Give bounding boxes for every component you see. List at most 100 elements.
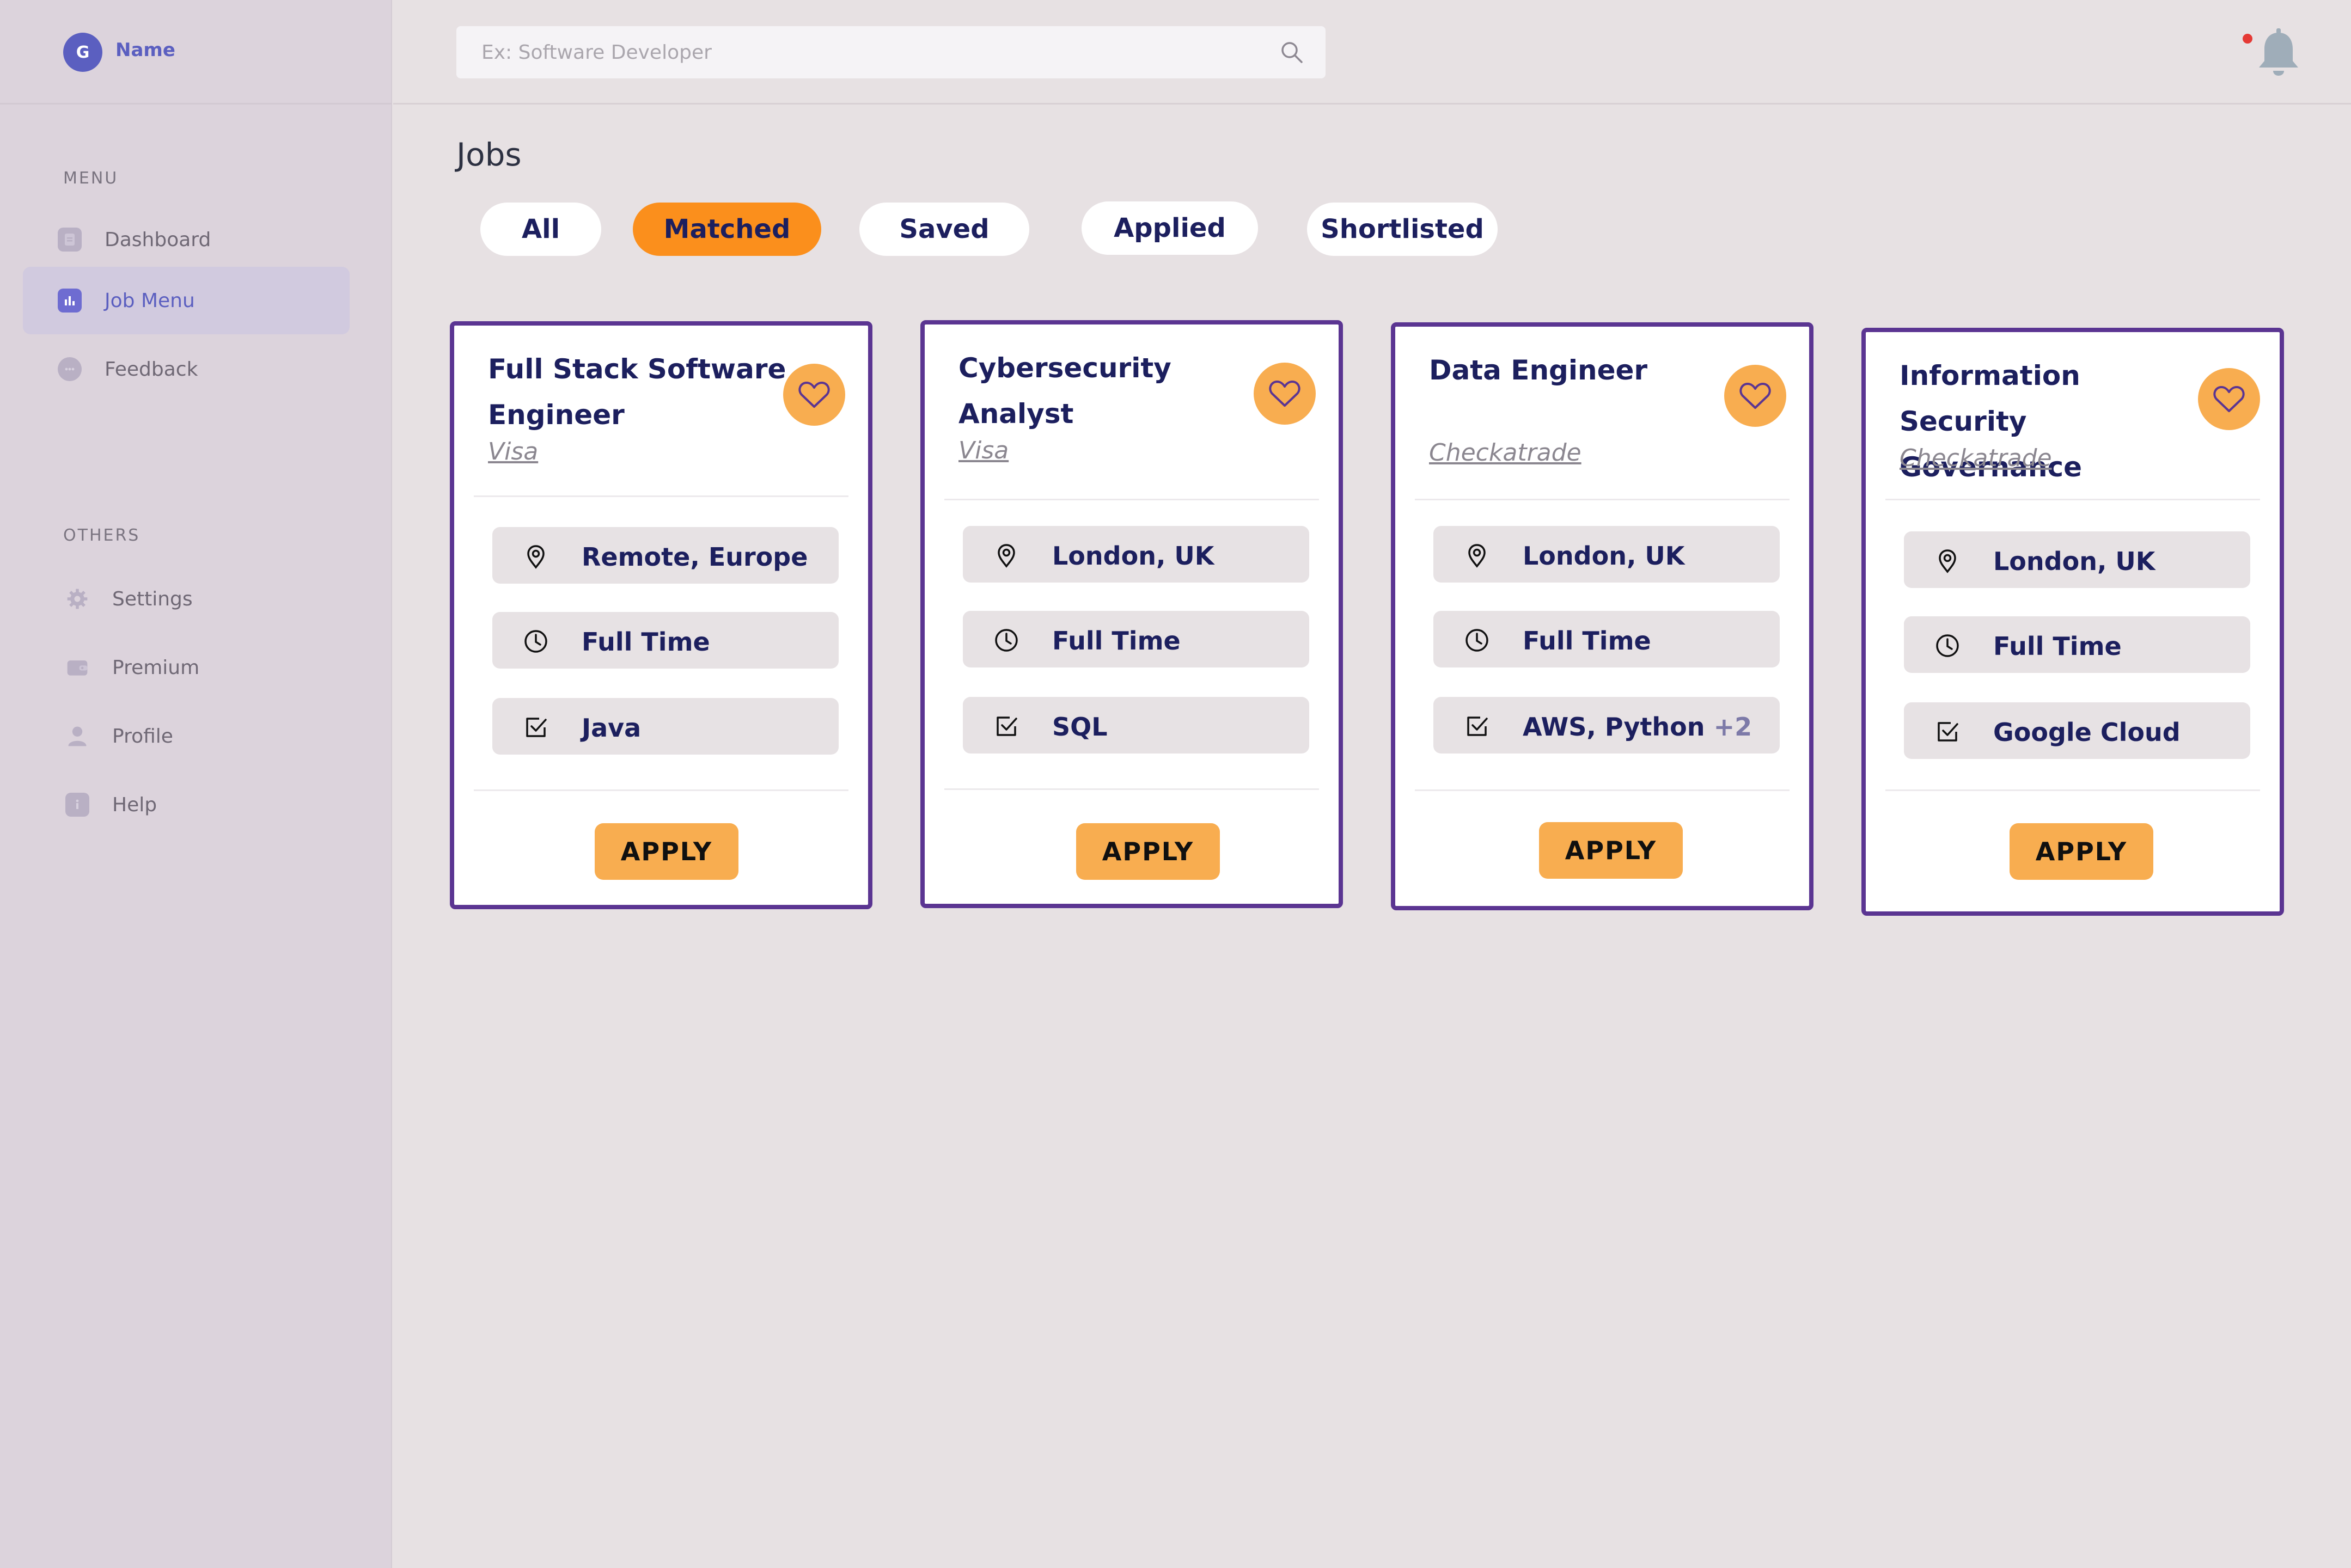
location-text: London, UK [1993,547,2155,576]
favorite-button[interactable] [2198,368,2260,430]
clock-icon [1465,629,1488,652]
skills-text: Java [582,713,642,743]
divider [944,499,1319,500]
company-link[interactable]: Visa [488,438,538,465]
heart-icon [2213,386,2245,412]
divider [944,788,1319,790]
chat-icon [58,357,82,381]
sidebar-item-premium[interactable]: Premium [23,634,350,701]
user-icon [65,724,89,748]
apply-button[interactable]: APPLY [2010,823,2153,880]
clock-icon [995,629,1018,652]
skills-chip: Java [492,698,839,755]
favorite-button[interactable] [1254,363,1316,425]
clock-icon [1936,634,1959,657]
search-bar[interactable] [456,26,1326,78]
tab-all[interactable]: All [480,203,601,256]
sidebar-item-profile[interactable]: Profile [23,702,350,770]
job-type-text: Full Time [1052,626,1181,656]
favorite-button[interactable] [1724,365,1786,427]
job-title[interactable]: Cybersecurity Analyst [958,345,1263,437]
apply-button[interactable]: APPLY [1076,823,1220,880]
job-type-text: Full Time [1523,626,1651,656]
sidebar-item-label: Job Menu [105,289,195,312]
sidebar-item-label: Help [112,793,157,816]
location-pin-icon [998,544,1015,568]
skills-text: AWS, Python +2 [1523,712,1752,742]
divider [474,789,848,791]
checkbox-icon [1467,716,1488,736]
avatar[interactable]: G [63,33,102,72]
job-title[interactable]: Data Engineer [1429,347,1734,393]
notification-dot [2243,34,2252,44]
tab-saved[interactable]: Saved [859,203,1029,256]
location-pin-icon [1939,549,1956,573]
company-link[interactable]: Visa [958,437,1009,464]
skills-chip: AWS, Python +2 [1433,697,1780,754]
location-pin-icon [527,545,545,569]
search-icon[interactable] [1280,40,1304,64]
tab-applied[interactable]: Applied [1082,201,1258,255]
job-type-text: Full Time [582,627,710,657]
sidebar-item-help[interactable]: Help [23,771,350,838]
checkbox-icon [1938,722,1958,742]
job-card[interactable]: Data Engineer Checkatrade London, UK Ful… [1391,322,1813,910]
bell-icon [2259,28,2298,76]
others-section-label: OTHERS [63,526,141,545]
divider [474,495,848,497]
checkbox-icon [997,716,1017,736]
location-chip: London, UK [963,526,1309,583]
skills-text: SQL [1052,712,1108,742]
skills-text: Google Cloud [1993,718,2181,747]
sidebar-item-feedback[interactable]: Feedback [23,335,350,403]
job-type-chip: Full Time [492,612,839,669]
tab-shortlisted[interactable]: Shortlisted [1307,203,1498,256]
heart-icon [798,382,830,408]
top-bar [393,0,2351,105]
tab-matched[interactable]: Matched [633,203,821,256]
sidebar: G Name MENU Dashboard Job Menu Feedback … [0,0,392,1568]
info-icon [65,793,89,817]
location-chip: Remote, Europe [492,527,839,584]
user-name[interactable]: Name [115,39,175,61]
sidebar-item-job-menu[interactable]: Job Menu [23,267,350,334]
checkbox-icon [526,718,547,737]
notifications-button[interactable] [2239,25,2305,79]
apply-button[interactable]: APPLY [595,823,738,880]
heart-icon [1269,381,1300,407]
bar-chart-icon [58,289,82,313]
company-link[interactable]: Checkatrade [1429,439,1581,467]
skills-chip: SQL [963,697,1309,754]
divider [1885,499,2260,500]
favorite-button[interactable] [783,364,845,426]
page-title: Jobs [456,136,522,173]
job-title[interactable]: Full Stack Software Engineer [488,346,793,438]
wallet-icon [65,656,89,679]
job-card[interactable]: Full Stack Software Engineer Visa Remote… [450,321,872,909]
location-chip: London, UK [1433,526,1780,583]
sidebar-header: G Name [0,0,392,105]
sidebar-item-label: Premium [112,656,200,679]
divider [1415,499,1790,500]
heart-icon [1739,383,1771,409]
sidebar-item-label: Feedback [105,358,198,381]
search-input[interactable] [480,38,1254,66]
menu-section-label: MENU [63,169,119,188]
sidebar-item-settings[interactable]: Settings [23,565,350,633]
location-text: London, UK [1052,541,1214,571]
company-link[interactable]: Checkatrade [1900,444,2052,472]
apply-button[interactable]: APPLY [1539,822,1683,879]
divider [1415,789,1790,791]
clock-icon [524,630,547,653]
sidebar-item-label: Profile [112,725,173,748]
job-type-chip: Full Time [963,611,1309,667]
sidebar-item-dashboard[interactable]: Dashboard [23,206,350,273]
skills-chip: Google Cloud [1904,702,2250,759]
gear-icon [65,587,89,611]
sidebar-item-label: Settings [112,587,193,610]
job-card[interactable]: Cybersecurity Analyst Visa London, UK Fu… [920,320,1343,908]
document-icon [58,228,82,252]
job-card[interactable]: Information Security Governance Checkatr… [1861,328,2284,916]
divider [1885,789,2260,791]
location-text: London, UK [1523,541,1685,571]
